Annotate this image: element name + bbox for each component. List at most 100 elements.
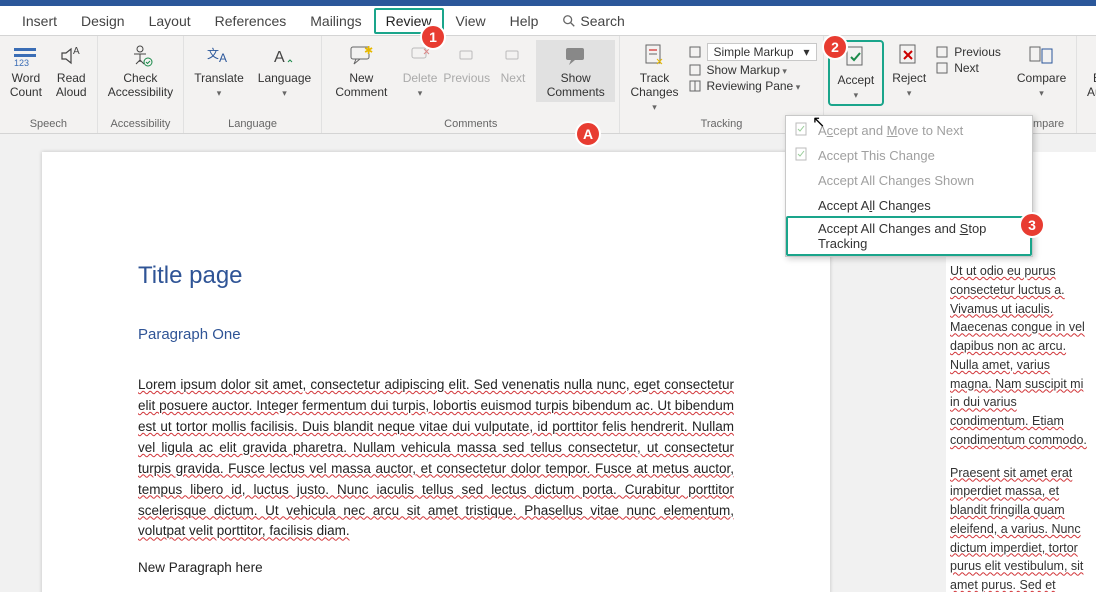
markup-text-2: Praesent sit amet erat imperdiet massa, … xyxy=(950,464,1092,592)
document-page[interactable]: Title page Paragraph One Lorem ipsum dol… xyxy=(42,152,830,592)
mouse-cursor-icon: ↖ xyxy=(812,112,825,132)
accessibility-icon xyxy=(126,42,154,70)
accept-this-icon xyxy=(794,147,810,163)
tab-references[interactable]: References xyxy=(203,8,299,34)
tab-design[interactable]: Design xyxy=(69,8,137,34)
group-protect: Block Authors Restrict Editing Protect xyxy=(1077,36,1096,133)
read-aloud-button[interactable]: A Read Aloud xyxy=(50,40,93,102)
group-comments-label: Comments xyxy=(444,116,497,133)
accept-move-icon xyxy=(794,122,810,138)
word-count-icon: 123 xyxy=(12,42,40,70)
tab-layout[interactable]: Layout xyxy=(137,8,203,34)
compare-icon xyxy=(1028,42,1056,70)
svg-text:123: 123 xyxy=(14,58,29,68)
track-changes-icon xyxy=(641,42,667,70)
group-speech: 123 Word Count A Read Aloud Speech xyxy=(0,36,98,133)
prev-comment-label: Previous xyxy=(443,72,490,86)
ribbon-tabs: Insert Design Layout References Mailings… xyxy=(0,6,1096,36)
callout-badge-1: 1 xyxy=(420,24,446,50)
show-comments-label: Show Comments xyxy=(542,72,609,100)
tab-mailings[interactable]: Mailings xyxy=(298,8,373,34)
group-accessibility-label: Accessibility xyxy=(110,116,170,133)
reject-icon xyxy=(896,42,922,70)
new-comment-label: New Comment xyxy=(332,72,391,100)
prev-change-icon xyxy=(936,45,950,59)
language-icon: A xyxy=(272,42,296,70)
prev-comment-button[interactable]: Previous xyxy=(443,40,489,88)
reviewing-pane-button[interactable]: Reviewing Pane xyxy=(687,78,819,94)
svg-text:A: A xyxy=(219,51,227,65)
word-count-button[interactable]: 123 Word Count xyxy=(4,40,48,102)
svg-text:✱: ✱ xyxy=(364,45,373,57)
new-paragraph: New Paragraph here xyxy=(138,560,734,575)
speaker-icon: A xyxy=(59,42,83,70)
page-title: Title page xyxy=(138,262,734,290)
callout-badge-a: A xyxy=(575,121,601,147)
block-authors-label: Block Authors xyxy=(1087,72,1096,113)
group-comments: ✱ New Comment Delete Previous xyxy=(322,36,620,133)
track-changes-button[interactable]: Track Changes xyxy=(624,40,684,115)
group-speech-label: Speech xyxy=(30,116,67,133)
reviewing-pane-label: Reviewing Pane xyxy=(707,79,801,93)
accept-dropdown-menu: Accept and Move to Next Accept This Chan… xyxy=(785,115,1033,257)
new-comment-icon: ✱ xyxy=(348,42,374,70)
show-markup-icon xyxy=(689,63,703,77)
language-label: Language xyxy=(258,72,311,100)
compare-label: Compare xyxy=(1017,72,1066,100)
menu-accept-shown[interactable]: Accept All Changes Shown xyxy=(786,168,1032,193)
show-comments-button[interactable]: Show Comments xyxy=(536,40,615,102)
tab-insert[interactable]: Insert xyxy=(10,8,69,34)
check-accessibility-label: Check Accessibility xyxy=(108,72,173,100)
group-language-label: Language xyxy=(228,116,277,133)
menu-accept-all-stop[interactable]: Accept All Changes and Stop Tracking xyxy=(786,216,1032,256)
show-markup-button[interactable]: Show Markup xyxy=(687,62,819,78)
next-comment-icon xyxy=(503,42,523,70)
tab-view[interactable]: View xyxy=(444,8,498,34)
menu-accept-all[interactable]: Accept All Changes xyxy=(786,193,1032,218)
callout-badge-2: 2 xyxy=(822,34,848,60)
track-changes-label: Track Changes xyxy=(630,72,678,113)
group-language: 文A Translate A Language Language xyxy=(184,36,322,133)
search-icon xyxy=(562,14,576,28)
reviewing-pane-icon xyxy=(689,79,703,93)
group-tracking-label: Tracking xyxy=(701,116,743,133)
reject-button[interactable]: Reject xyxy=(886,40,932,102)
group-accessibility: Check Accessibility Accessibility xyxy=(98,36,184,133)
check-accessibility-button[interactable]: Check Accessibility xyxy=(102,40,179,102)
callout-badge-3: 3 xyxy=(1019,212,1045,238)
translate-icon: 文A xyxy=(206,42,232,70)
reject-label: Reject xyxy=(892,72,926,100)
word-count-label: Word Count xyxy=(10,72,42,100)
next-comment-button[interactable]: Next xyxy=(492,40,534,88)
markup-mode-select[interactable]: Simple Markup▾ xyxy=(687,42,819,62)
search-box[interactable]: Search xyxy=(550,8,636,34)
next-change-label: Next xyxy=(954,61,979,75)
svg-text:A: A xyxy=(73,46,80,57)
next-change-icon xyxy=(936,61,950,75)
prev-comment-icon xyxy=(457,42,477,70)
translate-button[interactable]: 文A Translate xyxy=(188,40,250,102)
menu-accept-shown-label: Accept All Changes Shown xyxy=(818,173,974,188)
prev-change-button[interactable]: Previous xyxy=(934,44,1003,60)
next-change-button[interactable]: Next xyxy=(934,60,1003,76)
show-markup-label: Show Markup xyxy=(707,63,787,77)
body-paragraph: Lorem ipsum dolor sit amet, consectetur … xyxy=(138,375,734,542)
markup-mode-icon xyxy=(689,45,703,59)
block-authors-button[interactable]: Block Authors xyxy=(1081,40,1096,115)
paragraph-heading: Paragraph One xyxy=(138,326,734,343)
read-aloud-label: Read Aloud xyxy=(56,72,87,100)
accept-label: Accept xyxy=(838,74,875,102)
markup-mode-value: Simple Markup xyxy=(714,45,794,59)
menu-accept-this[interactable]: Accept This Change xyxy=(786,143,1032,168)
markup-text-1: Ut ut odio eu purus consectetur luctus a… xyxy=(950,262,1092,450)
prev-change-label: Previous xyxy=(954,45,1001,59)
new-comment-button[interactable]: ✱ New Comment xyxy=(326,40,397,102)
compare-button[interactable]: Compare xyxy=(1011,40,1072,102)
search-label: Search xyxy=(580,13,624,29)
language-button[interactable]: A Language xyxy=(252,40,317,102)
tab-help[interactable]: Help xyxy=(498,8,551,34)
svg-text:A: A xyxy=(274,49,285,66)
translate-label: Translate xyxy=(194,72,244,100)
next-comment-label: Next xyxy=(501,72,526,86)
menu-accept-this-label: Accept This Change xyxy=(818,148,935,163)
